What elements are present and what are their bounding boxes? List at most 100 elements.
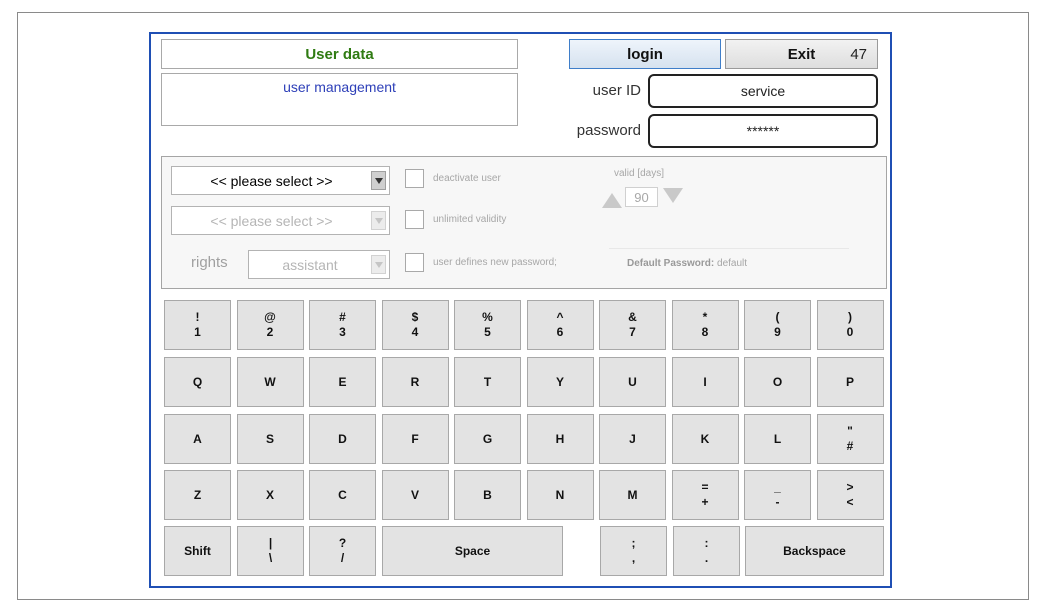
key-symbol[interactable]: " # <box>816 414 884 464</box>
key-d[interactable]: D <box>309 414 376 464</box>
key-main-label: K <box>700 431 710 446</box>
key-main-label: A <box>193 431 202 446</box>
key-top-symbol: ) <box>848 310 852 324</box>
key-z[interactable]: Z <box>164 470 231 520</box>
key-symbol[interactable]: = + <box>671 470 739 520</box>
key-space-label: Space <box>454 543 491 558</box>
key-top-symbol: ^ <box>556 310 564 324</box>
key-l[interactable]: L <box>744 414 811 464</box>
key-main-label: E <box>338 374 347 389</box>
key-top-symbol: | <box>268 536 273 550</box>
key-bottom-symbol: , <box>631 551 636 565</box>
key-main-label: Q <box>192 374 203 389</box>
key-top-symbol: ! <box>195 310 200 324</box>
key-main-label: G <box>482 431 493 446</box>
key-b[interactable]: B <box>454 470 521 520</box>
key-main-label: X <box>265 487 274 502</box>
key-top-symbol: = <box>701 480 709 494</box>
key-top-symbol: " <box>847 424 853 438</box>
key-v[interactable]: V <box>381 470 449 520</box>
key-symbol[interactable]: _ - <box>744 470 811 520</box>
key-e[interactable]: E <box>309 357 376 407</box>
key-main-label: I <box>703 374 707 389</box>
key-1[interactable]: ! 1 <box>164 300 231 350</box>
key-main-label: # <box>846 439 854 453</box>
key-main-label: P <box>845 374 854 389</box>
key-bottom-symbol: \ <box>268 551 273 565</box>
key-main-label: S <box>265 431 274 446</box>
key-top-symbol: ; <box>631 536 636 550</box>
key-6[interactable]: ^ 6 <box>526 300 594 350</box>
key-n[interactable]: N <box>526 470 594 520</box>
key-k[interactable]: K <box>671 414 739 464</box>
key-a[interactable]: A <box>164 414 231 464</box>
key-top-symbol: @ <box>264 310 276 324</box>
key-p[interactable]: P <box>816 357 884 407</box>
key-g[interactable]: G <box>454 414 521 464</box>
key-3[interactable]: #3 <box>309 300 376 350</box>
key-j[interactable]: J <box>599 414 666 464</box>
key-main-label: J <box>629 431 636 446</box>
key-main-label: B <box>483 487 492 502</box>
key-backspace[interactable]: Backspace <box>745 526 884 576</box>
key-backspace-label: Backspace <box>783 543 846 558</box>
key-main-label: 6 <box>556 325 564 339</box>
key-main-label: - <box>775 495 780 509</box>
key-7[interactable]: & 7 <box>599 300 666 350</box>
key-main-label: U <box>628 374 637 389</box>
key-main-label: W <box>264 374 276 389</box>
key-m[interactable]: M <box>599 470 666 520</box>
key-h[interactable]: H <box>526 414 594 464</box>
key-u[interactable]: U <box>599 357 666 407</box>
key-main-label: Z <box>193 487 202 502</box>
key-main-label: + <box>701 495 709 509</box>
key-i[interactable]: I <box>671 357 739 407</box>
key-c[interactable]: C <box>309 470 376 520</box>
key-main-label: 1 <box>194 325 201 339</box>
key-0[interactable]: ) 0 <box>816 300 884 350</box>
key-4[interactable]: $4 <box>381 300 449 350</box>
key-main-label: R <box>410 374 420 389</box>
key-top-symbol: * <box>702 310 708 324</box>
key-space[interactable]: Space <box>382 526 563 576</box>
key-main-label: M <box>627 487 638 502</box>
key-main-label: H <box>555 431 565 446</box>
key-symbol[interactable]: > < <box>816 470 884 520</box>
key-s[interactable]: S <box>236 414 304 464</box>
key-9[interactable]: (9 <box>744 300 811 350</box>
key-main-label: 5 <box>484 325 491 339</box>
key-main-label: F <box>411 431 419 446</box>
key-f[interactable]: F <box>381 414 449 464</box>
key-top-symbol: $ <box>411 310 419 324</box>
on-screen-keyboard: ! 1 @2 #3 $4% 5 ^ 6 & 7 * 8(9) 0 Q W E R T Y U I O P A S D F G H J K L "… <box>151 34 890 586</box>
key-colon-period[interactable]: : . <box>673 526 740 576</box>
user-data-panel: User data user management login Exit 47 … <box>149 32 892 588</box>
key-2[interactable]: @2 <box>236 300 304 350</box>
key-question-slash[interactable]: ? / <box>309 526 376 576</box>
key-q[interactable]: Q <box>164 357 231 407</box>
key-5[interactable]: % 5 <box>454 300 521 350</box>
key-top-symbol: ? <box>338 536 347 550</box>
key-o[interactable]: O <box>744 357 811 407</box>
key-8[interactable]: * 8 <box>671 300 739 350</box>
key-bottom-symbol: . <box>704 551 709 565</box>
key-top-symbol: > <box>846 480 854 494</box>
key-bottom-symbol: / <box>340 551 345 565</box>
key-top-symbol: ( <box>775 310 780 324</box>
key-main-label: 8 <box>701 325 709 339</box>
key-r[interactable]: R <box>381 357 449 407</box>
key-top-symbol: _ <box>774 480 781 494</box>
key-y[interactable]: Y <box>526 357 594 407</box>
key-pipe-backslash[interactable]: | \ <box>237 526 304 576</box>
key-t[interactable]: T <box>454 357 521 407</box>
key-main-label: 9 <box>774 325 781 339</box>
key-main-label: 4 <box>411 325 419 339</box>
key-semicolon-comma[interactable]: ; , <box>600 526 667 576</box>
key-main-label: C <box>338 487 347 502</box>
key-w[interactable]: W <box>236 357 304 407</box>
key-shift[interactable]: Shift <box>164 526 231 576</box>
key-top-symbol: % <box>482 310 493 324</box>
key-x[interactable]: X <box>236 470 304 520</box>
key-main-label: N <box>555 487 565 502</box>
key-main-label: < <box>846 495 854 509</box>
